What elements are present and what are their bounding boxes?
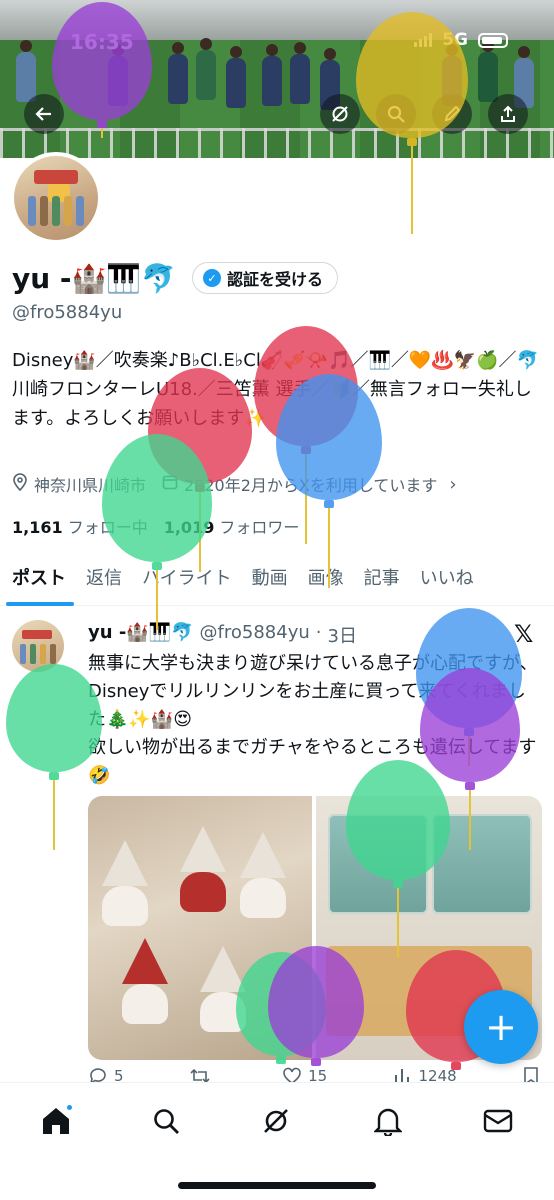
back-arrow-icon[interactable] [24,94,64,134]
profile-meta-row[interactable]: 神奈川県川崎市 2020年2月からXを利用しています › [12,472,457,496]
profile-handle: @fro5884yu [12,302,123,323]
get-verified-label: 認証を受ける [227,270,324,289]
signal-icon [414,33,433,47]
profile-tabs: ポスト 返信 ハイライト 動画 画像 記事 いいね [0,554,554,606]
x-logo-icon: 𝕏 [514,620,534,648]
profile-banner[interactable] [0,0,554,158]
followers-count: 1,019 [163,518,215,537]
edit-icon[interactable] [432,94,472,134]
grok-nav-icon[interactable] [256,1101,296,1141]
compose-icon: + [485,1005,517,1049]
explore-icon[interactable] [146,1101,186,1141]
grok-icon[interactable] [320,94,360,134]
post-author-name[interactable]: yu -🏰🎹🐬 [88,622,194,648]
following-label: フォロー中 [67,518,148,537]
following-link[interactable]: 1,161 フォロー中 [12,514,148,538]
tab-likes[interactable]: いいね [408,554,482,605]
following-count: 1,161 [12,518,63,537]
tab-posts[interactable]: ポスト [0,554,74,606]
profile-avatar[interactable] [10,152,102,244]
post-image-1[interactable] [88,796,312,1060]
messages-icon[interactable] [478,1101,518,1141]
location-icon [12,473,28,495]
followers-link[interactable]: 1,019 フォロワー [164,514,300,538]
location-text: 神奈川県川崎市 [34,476,147,495]
battery-icon [478,32,508,48]
notification-dot [65,1103,74,1112]
tab-media[interactable]: 画像 [296,554,352,605]
follow-stats: 1,161 フォロー中 1,019 フォロワー [12,514,299,538]
post-text: 無事に大学も決まり遊び呆けている息子が心配ですが、Disneyでリルリンリンをお… [88,653,538,786]
profile-bio: Disney🏰／吹奏楽♪B♭Cl.E♭Cl🎻🎺📯🎵／🎹／🧡♨️🦅🍏／🐬川崎フロン… [12,350,539,429]
post-header: yu -🏰🎹🐬 @fro5884yu · 3日 [88,622,357,648]
status-indicators: 5G [414,30,508,50]
display-name: yu -🏰🎹🐬 [12,262,177,295]
home-icon[interactable] [36,1101,76,1141]
verified-badge-icon: ✓ [203,269,221,287]
home-indicator[interactable] [178,1182,376,1189]
tab-videos[interactable]: 動画 [240,554,296,605]
search-icon[interactable] [376,94,416,134]
compose-button[interactable]: + [464,990,538,1064]
tab-articles[interactable]: 記事 [352,554,408,605]
calendar-icon [162,474,178,494]
tab-highlights[interactable]: ハイライト [130,554,240,605]
notifications-icon[interactable] [368,1101,408,1141]
followers-label: フォロワー [219,518,300,537]
post-author-avatar[interactable] [12,620,64,672]
chevron-right-icon: › [449,473,457,495]
share-icon[interactable] [488,94,528,134]
get-verified-button[interactable]: ✓ 認証を受ける [192,262,339,294]
post-separator: · [315,622,322,643]
tab-replies[interactable]: 返信 [74,554,130,605]
network-label: 5G [442,30,468,50]
post-time[interactable]: 3日 [328,622,357,648]
joined-text: 2020年2月からXを利用しています [184,476,438,495]
status-time: 16:35 [70,30,134,54]
post-author-handle[interactable]: @fro5884yu [200,622,310,648]
